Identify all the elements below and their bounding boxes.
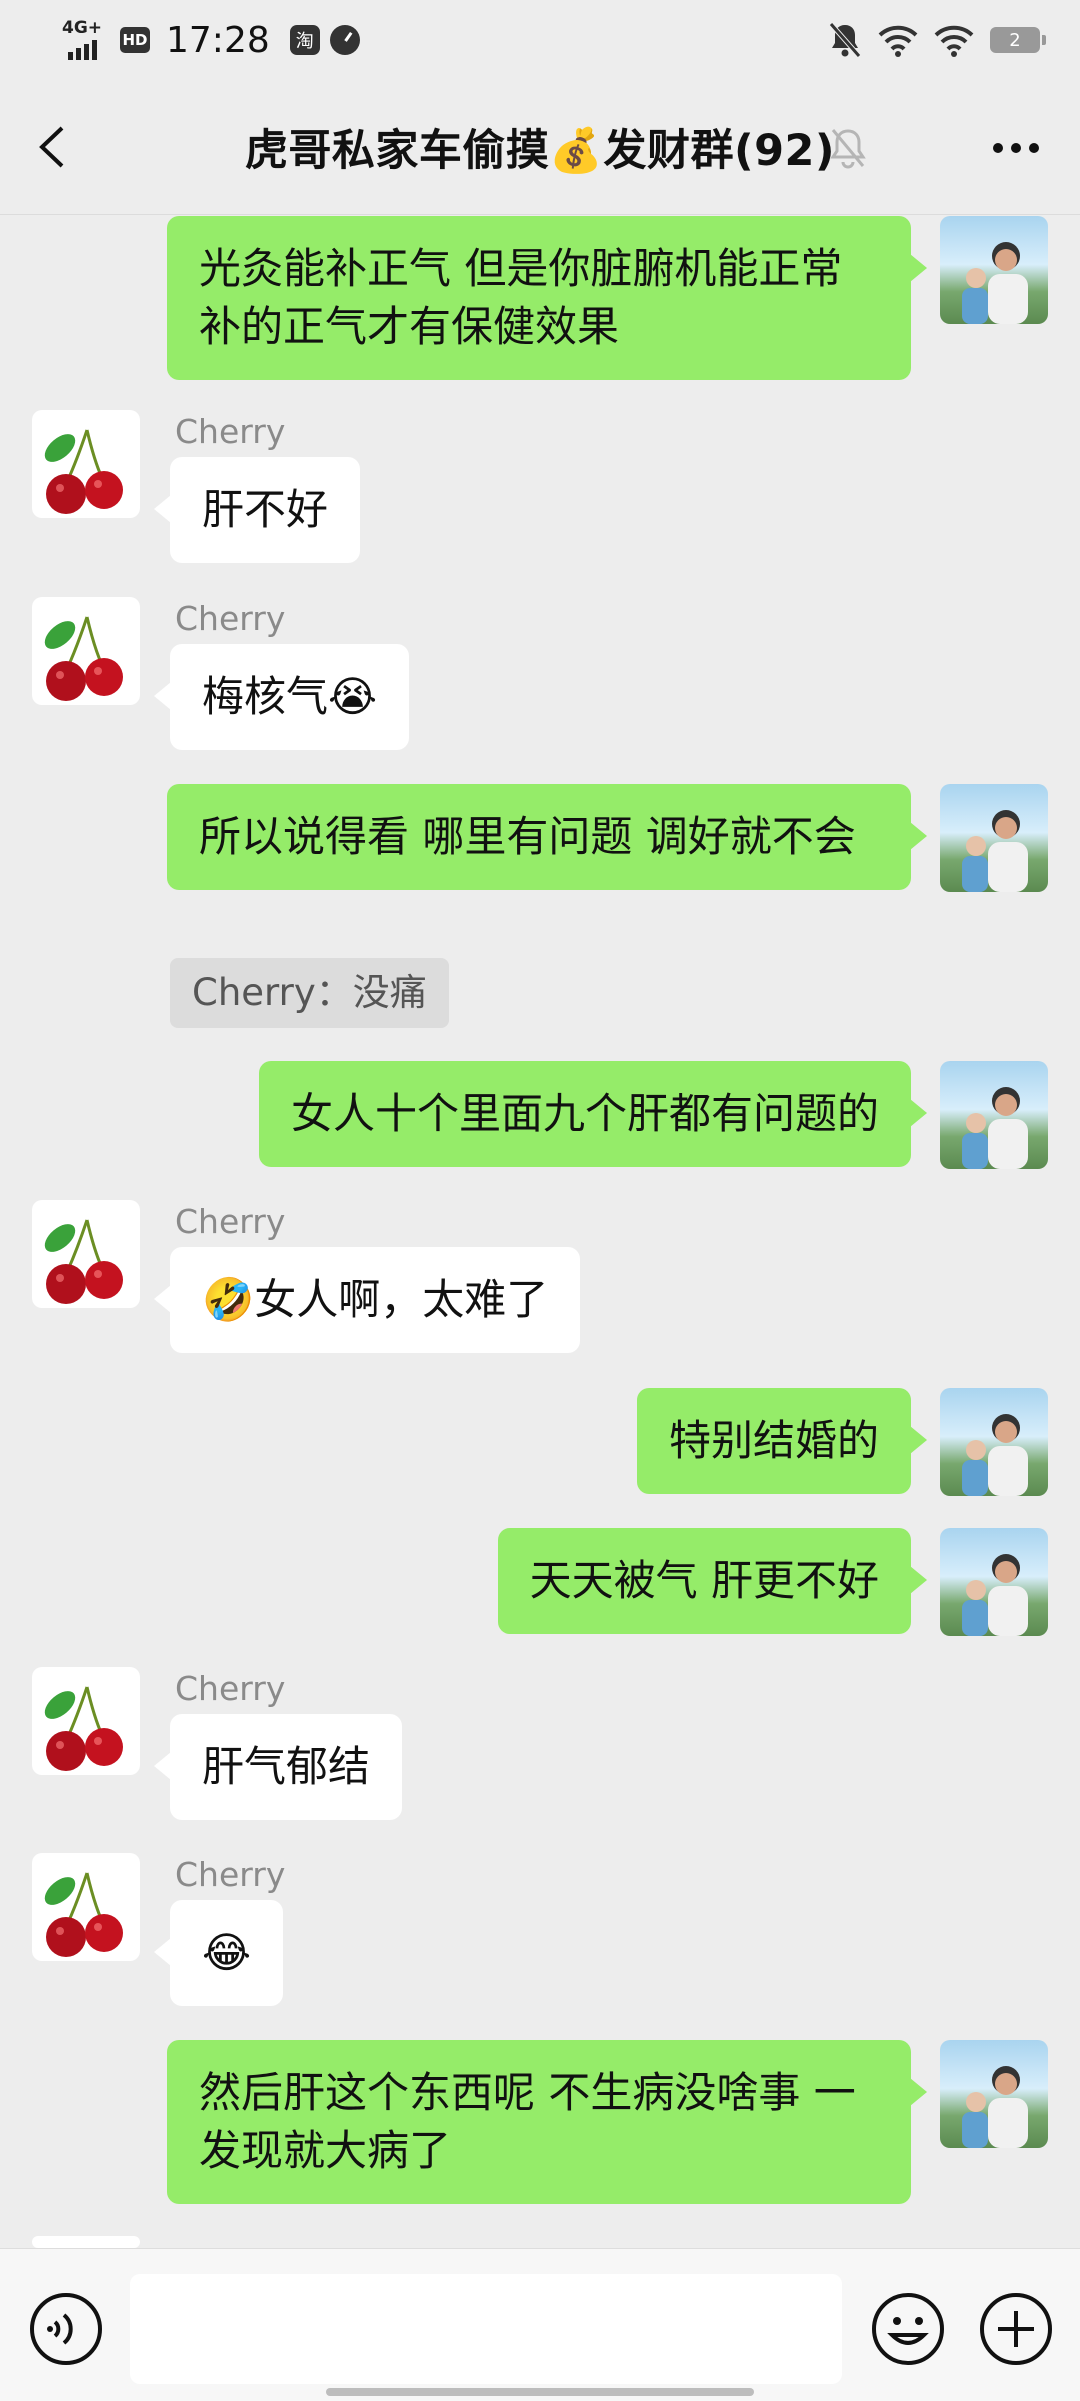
message-bubble-outgoing[interactable]: 然后肝这个东西呢 不生病没啥事 一发现就大病了 (167, 2040, 927, 2204)
message-bubble-incoming[interactable]: 肝不好 (153, 457, 361, 563)
sender-name: Cherry (175, 1669, 286, 1708)
message-bubble-outgoing[interactable]: 所以说得看 哪里有问题 调好就不会 (167, 784, 927, 890)
voice-icon[interactable] (28, 2291, 104, 2367)
emoji-icon[interactable] (870, 2291, 946, 2367)
cherry-avatar[interactable] (32, 2236, 140, 2248)
sender-name: Cherry (175, 599, 286, 638)
chat-title: 虎哥私家车偷摸💰发财群(92) (244, 126, 836, 176)
cherry-avatar[interactable] (32, 1667, 140, 1775)
quoted-reply[interactable]: Cherry：没痛 (170, 958, 449, 1028)
more-options-icon[interactable] (986, 128, 1046, 168)
my-avatar[interactable] (940, 784, 1048, 892)
wifi-icon (878, 25, 918, 57)
status-bar: 4G+ HD 17:28 淘 2 (0, 0, 1080, 82)
taobao-notification-icon: 淘 (289, 25, 320, 55)
message-bubble-incoming[interactable]: 肝气郁结 (153, 1714, 403, 1820)
mute-bell-icon (829, 22, 861, 58)
battery-icon: 2 (990, 27, 1046, 53)
my-avatar[interactable] (940, 2040, 1048, 2148)
sender-name: Cherry (175, 412, 286, 451)
my-avatar[interactable] (940, 216, 1048, 324)
my-avatar[interactable] (940, 1061, 1048, 1169)
wifi-icon-2 (934, 25, 974, 57)
app-notification-icon (329, 25, 360, 55)
plus-icon[interactable] (978, 2291, 1054, 2367)
cherry-avatar[interactable] (32, 597, 140, 705)
chat-header: 虎哥私家车偷摸💰发财群(92) (0, 82, 1080, 215)
signal-icon: 4G+ (62, 18, 110, 62)
message-input[interactable] (130, 2274, 842, 2384)
status-right: 2 (828, 22, 1046, 58)
status-left: 4G+ HD 17:28 淘 (62, 18, 360, 62)
message-bubble-outgoing[interactable]: 女人十个里面九个肝都有问题的 (258, 1061, 928, 1167)
network-type: 4G+ (62, 18, 103, 38)
muted-bell-icon (830, 129, 866, 169)
message-bubble-incoming[interactable]: 😂 (153, 1900, 284, 2006)
input-bar (0, 2248, 1080, 2401)
cherry-avatar[interactable] (32, 410, 140, 518)
sender-name: Cherry (175, 1855, 286, 1894)
message-bubble-incoming[interactable]: 🤣女人啊，太难了 (153, 1247, 581, 1353)
message-bubble-incoming[interactable]: 梅核气😭 (153, 644, 410, 750)
my-avatar[interactable] (940, 1388, 1048, 1496)
cherry-avatar[interactable] (32, 1200, 140, 1308)
status-time: 17:28 (166, 19, 270, 61)
message-bubble-outgoing[interactable]: 天天被气 肝更不好 (497, 1528, 928, 1634)
hd-icon: HD (120, 27, 150, 53)
message-bubble-outgoing[interactable]: 光灸能补正气 但是你脏腑机能正常补的正气才有保健效果 (167, 216, 927, 380)
cherry-avatar[interactable] (32, 1853, 140, 1961)
message-bubble-outgoing[interactable]: 特别结婚的 (636, 1388, 928, 1494)
home-indicator[interactable] (326, 2388, 754, 2396)
sender-name: Cherry (175, 1202, 286, 1241)
my-avatar[interactable] (940, 1528, 1048, 1636)
